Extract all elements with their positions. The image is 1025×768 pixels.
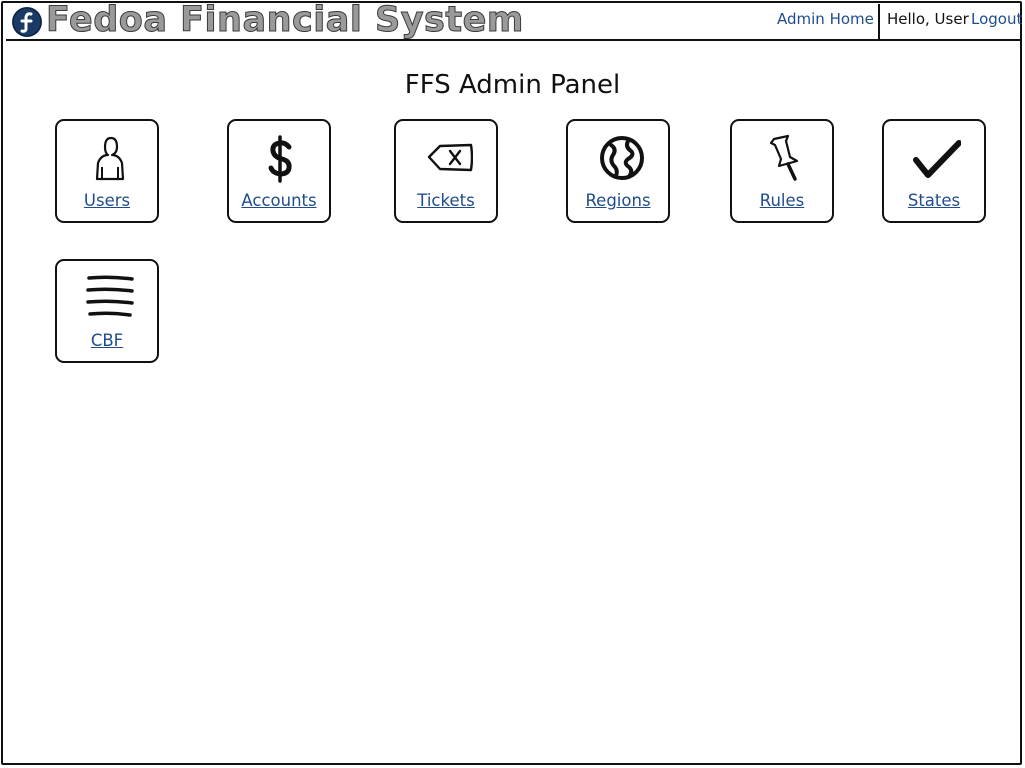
tile-cbf[interactable]: CBF [55, 259, 159, 363]
tile-users[interactable]: Users [55, 119, 159, 223]
tile-accounts-label[interactable]: Accounts [229, 191, 329, 210]
header-user-divider [878, 4, 880, 40]
fedora-logo-icon [12, 7, 42, 37]
logout-link[interactable]: Logout [971, 10, 1022, 28]
page-title: FFS Admin Panel [404, 70, 621, 100]
pushpin-icon [759, 133, 809, 183]
tile-regions-label[interactable]: Regions [568, 191, 668, 210]
globe-icon [595, 133, 645, 183]
app-title: Fedoa Financial System [46, 0, 524, 41]
tile-rules-label[interactable]: Rules [732, 191, 832, 210]
tile-accounts[interactable]: Accounts [227, 119, 331, 223]
tile-states-label[interactable]: States [884, 191, 984, 210]
dollar-icon [256, 133, 306, 183]
clear-ticket-icon [423, 133, 474, 183]
user-icon [84, 133, 134, 183]
window-frame [1, 1, 1022, 765]
tile-cbf-label[interactable]: CBF [57, 331, 157, 350]
tile-tickets-label[interactable]: Tickets [396, 191, 496, 210]
user-greeting: Hello, User [887, 10, 969, 28]
tile-rules[interactable]: Rules [730, 119, 834, 223]
checkmark-icon [911, 133, 962, 183]
list-lines-icon [84, 273, 134, 323]
tile-regions[interactable]: Regions [566, 119, 670, 223]
admin-home-link[interactable]: Admin Home [777, 10, 874, 28]
tile-states[interactable]: States [882, 119, 986, 223]
tile-tickets[interactable]: Tickets [394, 119, 498, 223]
tile-users-label[interactable]: Users [57, 191, 157, 210]
